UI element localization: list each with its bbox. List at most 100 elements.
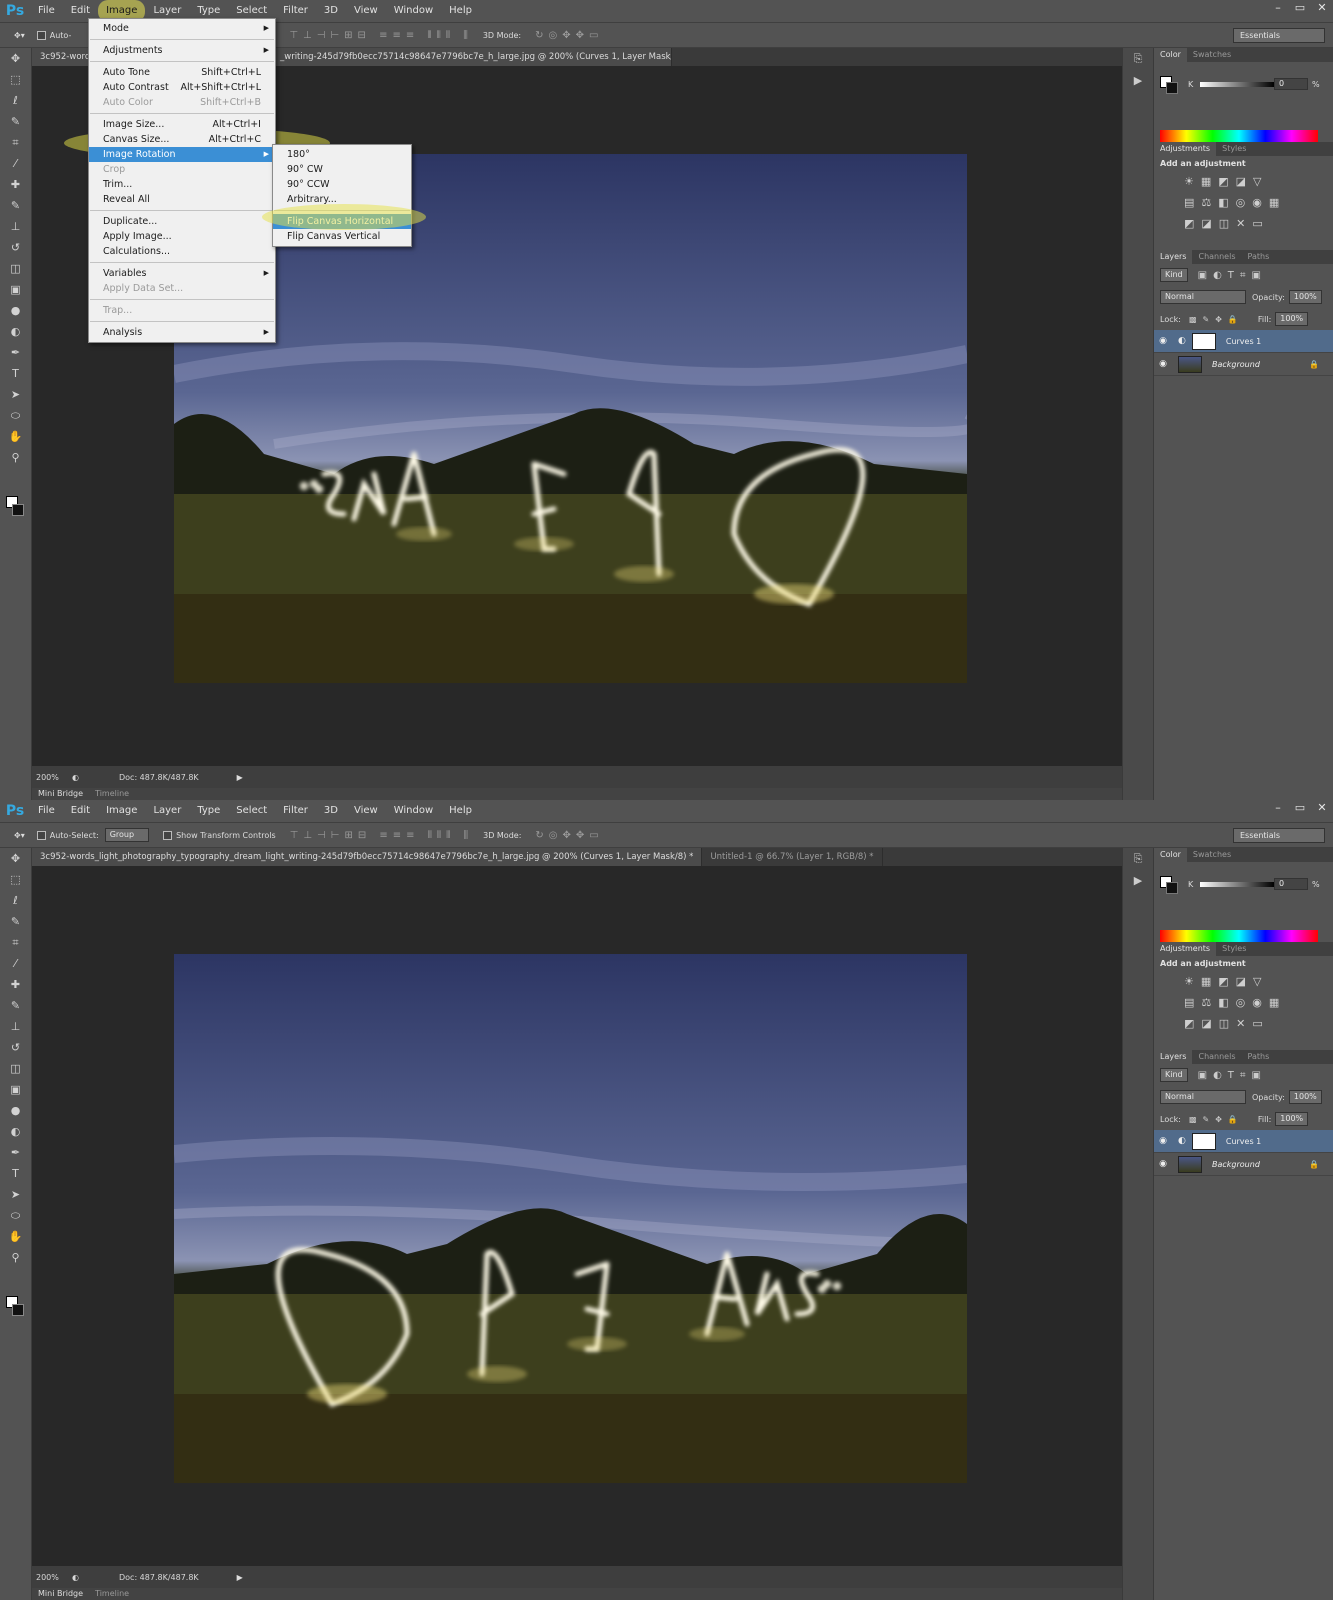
- image-menu-auto-contrast[interactable]: Auto Contrast Alt+Shift+Ctrl+L: [89, 80, 275, 95]
- auto-select-checkbox[interactable]: [36, 30, 46, 40]
- document-canvas[interactable]: [32, 866, 1122, 1566]
- status-menu-arrow[interactable]: ▶: [237, 1573, 243, 1582]
- gradient-tool-icon[interactable]: ▣: [0, 1079, 31, 1100]
- info-icon[interactable]: ◐: [72, 1573, 79, 1582]
- actions-play-icon[interactable]: ▶: [1123, 70, 1153, 92]
- zoom-level[interactable]: 200%: [32, 773, 72, 782]
- rotation-menu-90-ccw[interactable]: 90° CCW: [273, 177, 411, 192]
- menu-3d[interactable]: 3D: [316, 0, 346, 22]
- eraser-tool-icon[interactable]: ◫: [0, 1058, 31, 1079]
- layer-filter-kind[interactable]: Kind: [1160, 1068, 1188, 1082]
- color-spectrum[interactable]: [1160, 130, 1318, 142]
- tab-timeline[interactable]: Timeline: [89, 788, 135, 800]
- shape-tool-icon[interactable]: ⬭: [0, 1205, 31, 1226]
- eyedropper-icon[interactable]: ⁄: [0, 953, 31, 974]
- auto-select-checkbox[interactable]: [36, 830, 46, 840]
- crop-tool-icon[interactable]: ⌗: [0, 132, 31, 153]
- dodge-tool-icon[interactable]: ◐: [0, 1121, 31, 1142]
- image-menu-variables[interactable]: Variables ▶: [89, 266, 275, 281]
- 3d-mode-icons[interactable]: ↻◎✥✥▭: [535, 830, 603, 841]
- layer-curves[interactable]: ◉ ◐ Curves 1: [1154, 1130, 1333, 1153]
- tab-mini-bridge[interactable]: Mini Bridge: [32, 788, 89, 800]
- image-menu-canvas-size[interactable]: Canvas Size... Alt+Ctrl+C: [89, 132, 275, 147]
- type-tool-icon[interactable]: T: [0, 363, 31, 384]
- menu-view[interactable]: View: [346, 800, 386, 822]
- zoom-tool-icon[interactable]: ⚲: [0, 1247, 31, 1268]
- lasso-tool-icon[interactable]: ℓ: [0, 890, 31, 911]
- fill-field[interactable]: 100%: [1275, 312, 1309, 326]
- tab-adjustments[interactable]: Adjustments: [1154, 942, 1217, 956]
- align-icons[interactable]: ⊤⊥⊣⊢⊞⊟ ≡≡≡ ⫴⫴⫴ ⫼: [290, 830, 473, 841]
- image-menu-trim[interactable]: Trim...: [89, 177, 275, 192]
- adjustment-icons-row3[interactable]: ◩◪◫✕▭: [1154, 1013, 1333, 1034]
- menu-layer[interactable]: Layer: [145, 800, 189, 822]
- k-value-field[interactable]: 0: [1274, 878, 1308, 890]
- quick-select-icon[interactable]: ✎: [0, 111, 31, 132]
- opacity-field[interactable]: 100%: [1288, 1090, 1322, 1104]
- history-brush-icon[interactable]: ↺: [0, 237, 31, 258]
- info-icon[interactable]: ◐: [72, 773, 79, 782]
- adjustment-icons-row2[interactable]: ▤⚖◧◎◉▦: [1154, 992, 1333, 1013]
- actions-play-icon[interactable]: ▶: [1123, 870, 1153, 892]
- tab-color[interactable]: Color: [1154, 848, 1187, 862]
- tab-channels[interactable]: Channels: [1192, 1050, 1241, 1064]
- menu-window[interactable]: Window: [386, 0, 441, 22]
- tab-timeline[interactable]: Timeline: [89, 1588, 135, 1600]
- tab-channels[interactable]: Channels: [1192, 250, 1241, 264]
- path-select-icon[interactable]: ➤: [0, 384, 31, 405]
- menu-file[interactable]: File: [30, 800, 63, 822]
- menu-filter[interactable]: Filter: [275, 0, 316, 22]
- eye-icon[interactable]: ◉: [1154, 359, 1172, 369]
- show-transform-checkbox[interactable]: [163, 830, 173, 840]
- move-tool-icon[interactable]: ✥▾: [14, 831, 25, 840]
- blend-mode-select[interactable]: Normal: [1160, 290, 1246, 304]
- brush-tool-icon[interactable]: ✎: [0, 995, 31, 1016]
- image-menu-adjustments[interactable]: Adjustments ▶: [89, 43, 275, 58]
- color-spectrum[interactable]: [1160, 930, 1318, 942]
- menu-edit[interactable]: Edit: [63, 800, 98, 822]
- history-icon[interactable]: ⎘: [1123, 848, 1153, 870]
- minimize-button[interactable]: –: [1267, 0, 1289, 16]
- fill-field[interactable]: 100%: [1275, 1112, 1309, 1126]
- image-menu-auto-tone[interactable]: Auto Tone Shift+Ctrl+L: [89, 65, 275, 80]
- healing-brush-icon[interactable]: ✚: [0, 974, 31, 995]
- path-select-icon[interactable]: ➤: [0, 1184, 31, 1205]
- lasso-tool-icon[interactable]: ℓ: [0, 90, 31, 111]
- tab-layers[interactable]: Layers: [1154, 1050, 1193, 1064]
- adjustment-icons-row3[interactable]: ◩◪◫✕▭: [1154, 213, 1333, 234]
- lock-icons[interactable]: ▩✎✥🔒: [1189, 315, 1244, 324]
- hand-tool-icon[interactable]: ✋: [0, 1226, 31, 1247]
- doc-tab-active[interactable]: 3c952-words: [32, 48, 92, 66]
- tab-swatches[interactable]: Swatches: [1187, 848, 1237, 862]
- layer-filter-kind[interactable]: Kind: [1160, 268, 1188, 282]
- lock-icons[interactable]: ▩✎✥🔒: [1189, 1115, 1244, 1124]
- crop-tool-icon[interactable]: ⌗: [0, 932, 31, 953]
- eye-icon[interactable]: ◉: [1154, 1159, 1172, 1169]
- eyedropper-icon[interactable]: ⁄: [0, 153, 31, 174]
- tab-layers[interactable]: Layers: [1154, 250, 1193, 264]
- align-icons[interactable]: ⊤⊥⊣⊢⊞⊟ ≡≡≡ ⫴⫴⫴ ⫼: [289, 30, 472, 41]
- workspace-select[interactable]: Essentials: [1233, 828, 1325, 843]
- blur-tool-icon[interactable]: ●: [0, 300, 31, 321]
- menu-3d[interactable]: 3D: [316, 800, 346, 822]
- history-brush-icon[interactable]: ↺: [0, 1037, 31, 1058]
- k-value-field[interactable]: 0: [1274, 78, 1308, 90]
- image-menu-duplicate[interactable]: Duplicate...: [89, 214, 275, 229]
- type-tool-icon[interactable]: T: [0, 1163, 31, 1184]
- tab-paths[interactable]: Paths: [1242, 1050, 1276, 1064]
- image-menu-mode[interactable]: Mode ▶: [89, 21, 275, 36]
- quick-select-icon[interactable]: ✎: [0, 911, 31, 932]
- tab-swatches[interactable]: Swatches: [1187, 48, 1237, 62]
- layer-mask-thumb[interactable]: [1191, 1132, 1216, 1150]
- tab-styles[interactable]: Styles: [1216, 942, 1252, 956]
- menu-help[interactable]: Help: [441, 0, 480, 22]
- zoom-tool-icon[interactable]: ⚲: [0, 447, 31, 468]
- layer-background[interactable]: ◉ Background 🔒: [1154, 1153, 1333, 1176]
- close-button[interactable]: ✕: [1311, 0, 1333, 16]
- image-menu-apply-image[interactable]: Apply Image...: [89, 229, 275, 244]
- pen-tool-icon[interactable]: ✒: [0, 1142, 31, 1163]
- tab-mini-bridge[interactable]: Mini Bridge: [32, 1588, 89, 1600]
- rotation-menu-180[interactable]: 180°: [273, 147, 411, 162]
- marquee-tool-icon[interactable]: ⬚: [0, 869, 31, 890]
- shape-tool-icon[interactable]: ⬭: [0, 405, 31, 426]
